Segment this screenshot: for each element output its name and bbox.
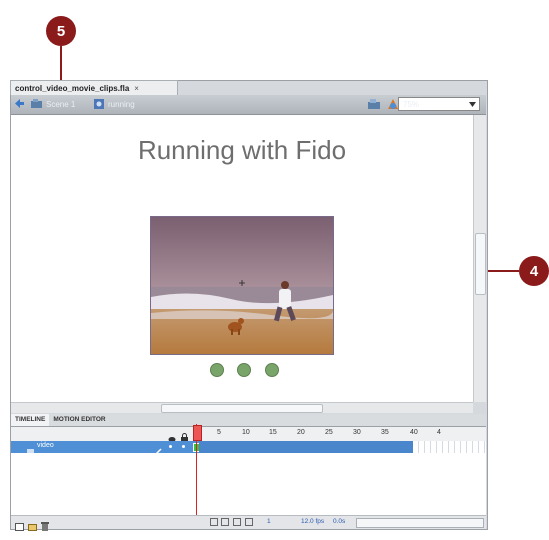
play-button[interactable] [237,363,251,377]
vertical-scroll-thumb[interactable] [475,233,486,295]
horizontal-scroll-thumb[interactable] [161,404,323,413]
elapsed-time: 0.0s [333,518,346,525]
onion-skin-icon[interactable] [221,518,229,526]
document-tab[interactable]: control_video_movie_clips.fla × [10,80,178,95]
scene-link[interactable]: Scene 1 [46,100,75,109]
horizontal-scrollbar[interactable] [11,402,473,413]
stop-button[interactable] [265,363,279,377]
frame-number: 10 [242,429,250,436]
layer-name: video [37,442,54,449]
current-frame[interactable]: 1 [267,518,271,525]
frame-number: 30 [353,429,361,436]
close-icon[interactable]: × [134,84,139,93]
tab-motion-editor[interactable]: MOTION EDITOR [49,414,109,426]
frame-number: 25 [325,429,333,436]
frame-number: 5 [217,429,221,436]
rewind-button[interactable] [210,363,224,377]
zoom-value: 75% [403,99,420,109]
delete-layer-icon[interactable] [41,518,49,536]
timeline-hscroll[interactable] [356,518,484,528]
frames-empty [413,441,486,453]
edit-scene-icon[interactable] [367,98,381,112]
edit-multiple-frames-icon[interactable] [245,518,253,526]
scene-icon [31,99,43,111]
video-frame-image [151,217,333,354]
frame-number: 20 [297,429,305,436]
timeline-tabbar: TIMELINE MOTION EDITOR [11,414,486,427]
playhead[interactable] [193,425,202,441]
lock-dot-icon[interactable] [182,445,185,448]
frame-number: 40 [410,429,418,436]
onion-outlines-icon[interactable] [233,518,241,526]
zoom-select[interactable]: 75% [398,97,480,111]
frame-number: 35 [381,429,389,436]
callout-4: 4 [519,256,549,286]
document-tab-title: control_video_movie_clips.fla [15,83,130,93]
new-folder-icon[interactable] [28,518,37,536]
stage-title: Running with Fido [137,135,347,165]
frame-span [199,441,413,453]
frame-number: 15 [269,429,277,436]
timeline-header: 1 5 10 15 20 25 30 35 40 4 [11,427,486,443]
timeline-footer: 1 12.0 fps 0.0s [11,515,486,531]
chevron-down-icon [469,101,476,110]
timeline-body [11,453,486,515]
back-arrow-icon[interactable] [14,98,24,109]
video-movie-clip[interactable] [150,216,334,355]
callout-5: 5 [46,16,76,46]
edit-bar: Scene 1 running 75% [11,95,486,115]
tab-timeline[interactable]: TIMELINE [11,414,50,426]
layer-row-video[interactable]: video [11,441,486,456]
visibility-dot-icon[interactable] [169,445,172,448]
center-frame-icon[interactable] [210,518,218,526]
frame-number: 4 [437,429,441,436]
new-layer-icon[interactable] [15,518,24,536]
vertical-scrollbar[interactable] [473,115,486,402]
symbol-icon [94,99,105,111]
frame-rate[interactable]: 12.0 fps [301,518,324,525]
symbol-link[interactable]: running [108,100,135,109]
